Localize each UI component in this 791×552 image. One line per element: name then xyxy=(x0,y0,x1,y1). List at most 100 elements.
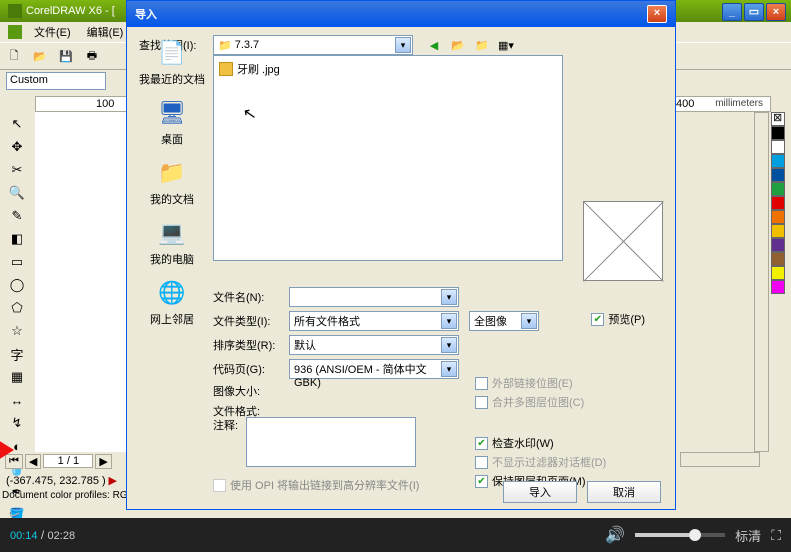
places-recent[interactable]: 📄 我最近的文档 xyxy=(137,37,207,87)
text-tool-icon[interactable]: 字 xyxy=(6,343,28,365)
polygon-tool-icon[interactable]: ⬠ xyxy=(6,297,28,319)
desktop-icon: 🖥 xyxy=(156,97,188,129)
table-tool-icon[interactable]: ▦ xyxy=(6,366,28,388)
ruler-tick: 100 xyxy=(96,98,114,110)
ruler-units-label: millimeters xyxy=(715,98,763,109)
color-swatch[interactable] xyxy=(771,224,785,238)
views-icon[interactable]: ▦▾ xyxy=(497,36,515,54)
color-swatch[interactable] xyxy=(771,280,785,294)
menu-file[interactable]: 文件(E) xyxy=(30,23,75,41)
sort-label: 排序类型(R): xyxy=(213,337,285,353)
filename-combo[interactable]: ▾ xyxy=(289,287,459,307)
keep-layers-checkbox[interactable]: ✔ xyxy=(475,475,488,488)
rectangle-tool-icon[interactable]: ▭ xyxy=(6,251,28,273)
dialog-titlebar[interactable]: 导入 × xyxy=(127,1,675,27)
watermark-checkbox[interactable]: ✔ xyxy=(475,437,488,450)
opi-label: 使用 OPI 将输出链接到高分辨率文件(I) xyxy=(230,477,419,493)
image-file-icon xyxy=(219,62,233,76)
overlay-arrow-icon xyxy=(0,440,14,460)
color-swatch[interactable] xyxy=(771,266,785,280)
pick-tool-icon[interactable]: ↖ xyxy=(6,113,28,135)
back-icon[interactable]: ◀ xyxy=(425,36,443,54)
maximize-button[interactable]: ▭ xyxy=(744,3,764,21)
crop-tool-icon[interactable]: ✂ xyxy=(6,159,28,181)
app-logo-icon xyxy=(8,4,22,18)
color-swatch[interactable] xyxy=(771,210,785,224)
dropdown-arrow-icon[interactable]: ▾ xyxy=(441,361,457,377)
file-item[interactable]: 牙刷 .jpg xyxy=(218,60,558,78)
places-mydocs[interactable]: 📁 我的文档 xyxy=(137,157,207,207)
import-dialog: 导入 × 查找范围(I): 📁 7.3.7 ▾ ◀ 📂 📁 ▦▾ 📄 我最近的文… xyxy=(126,0,676,510)
print-icon[interactable]: 🖶 xyxy=(82,46,102,66)
menu-logo-icon xyxy=(8,25,22,39)
new-folder-icon[interactable]: 📁 xyxy=(473,36,491,54)
minimize-button[interactable]: _ xyxy=(722,3,742,21)
color-swatch[interactable] xyxy=(771,182,785,196)
connector-tool-icon[interactable]: ↯ xyxy=(6,412,28,434)
smartfill-tool-icon[interactable]: ◧ xyxy=(6,228,28,250)
dimension-tool-icon[interactable]: ↔ xyxy=(6,389,28,411)
lookin-value: 7.3.7 xyxy=(235,39,259,51)
color-swatch[interactable] xyxy=(771,196,785,210)
page-next-button[interactable]: ▶ xyxy=(95,454,111,469)
basicshape-tool-icon[interactable]: ☆ xyxy=(6,320,28,342)
volume-slider[interactable] xyxy=(635,533,725,537)
lookin-combo[interactable]: 📁 7.3.7 ▾ xyxy=(213,35,413,55)
menu-edit[interactable]: 编辑(E) xyxy=(83,23,128,41)
cancel-button[interactable]: 取消 xyxy=(587,481,661,503)
open-icon[interactable]: 📂 xyxy=(30,46,50,66)
page-prev-button[interactable]: ◀ xyxy=(25,454,41,469)
dropdown-arrow-icon[interactable]: ▾ xyxy=(521,313,537,329)
codepage-combo[interactable]: 936 (ANSI/OEM - 简体中文 GBK) ▾ xyxy=(289,359,459,379)
zoom-tool-icon[interactable]: 🔍 xyxy=(6,182,28,204)
dialog-title-text: 导入 xyxy=(135,6,157,22)
video-time: 00:14 / 02:28 xyxy=(10,528,75,542)
file-item-name: 牙刷 .jpg xyxy=(237,61,280,77)
no-color-swatch[interactable]: ⊠ xyxy=(771,112,785,126)
video-control-bar: 00:14 / 02:28 🔊 标清 ⛶ xyxy=(0,518,791,552)
quality-button[interactable]: 标清 xyxy=(735,526,761,545)
file-list[interactable]: 牙刷 .jpg xyxy=(213,55,563,261)
color-swatch[interactable] xyxy=(771,154,785,168)
scrollbar-horizontal[interactable] xyxy=(680,452,760,467)
sort-combo[interactable]: 默认 ▾ xyxy=(289,335,459,355)
filter-dialog-checkbox[interactable] xyxy=(475,456,488,469)
color-swatch[interactable] xyxy=(771,238,785,252)
notes-label: 注释: xyxy=(213,417,238,467)
page-counter: 1 / 1 xyxy=(43,454,93,468)
codepage-label: 代码页(G): xyxy=(213,361,285,377)
places-desktop[interactable]: 🖥 桌面 xyxy=(137,97,207,147)
dropdown-arrow-icon[interactable]: ▾ xyxy=(441,313,457,329)
shape-tool-icon[interactable]: ✥ xyxy=(6,136,28,158)
dialog-close-button[interactable]: × xyxy=(647,5,667,23)
dropdown-arrow-icon[interactable]: ▾ xyxy=(441,289,457,305)
cursor-coordinates: (-367.475, 232.785 ) ▶ xyxy=(6,474,117,487)
freehand-tool-icon[interactable]: ✎ xyxy=(6,205,28,227)
opi-checkbox xyxy=(213,479,226,492)
color-swatch[interactable] xyxy=(771,168,785,182)
fullscreen-icon[interactable]: ⛶ xyxy=(771,527,781,544)
scrollbar-vertical[interactable] xyxy=(754,112,769,452)
save-icon[interactable]: 💾 xyxy=(56,46,76,66)
up-folder-icon[interactable]: 📂 xyxy=(449,36,467,54)
notes-textarea[interactable] xyxy=(246,417,416,467)
color-swatch[interactable] xyxy=(771,252,785,266)
color-swatch[interactable] xyxy=(771,126,785,140)
dropdown-arrow-icon[interactable]: ▾ xyxy=(395,37,411,53)
page-preset-combo[interactable]: Custom xyxy=(6,72,106,90)
mydocs-icon: 📁 xyxy=(156,157,188,189)
volume-icon[interactable]: 🔊 xyxy=(605,525,625,545)
import-button[interactable]: 导入 xyxy=(503,481,577,503)
ellipse-tool-icon[interactable]: ◯ xyxy=(6,274,28,296)
close-button[interactable]: × xyxy=(766,3,786,21)
app-title-text: CorelDRAW X6 - [ xyxy=(26,5,115,17)
places-network[interactable]: 🌐 网上邻居 xyxy=(137,277,207,327)
color-swatch[interactable] xyxy=(771,140,785,154)
color-profile-status: Document color profiles: RGB: s xyxy=(2,490,145,501)
fullimage-combo[interactable]: 全图像 ▾ xyxy=(469,311,539,331)
filename-label: 文件名(N): xyxy=(213,289,285,305)
dropdown-arrow-icon[interactable]: ▾ xyxy=(441,337,457,353)
places-mycomputer[interactable]: 💻 我的电脑 xyxy=(137,217,207,267)
new-doc-icon[interactable]: 🗋 xyxy=(4,46,24,66)
filetype-combo[interactable]: 所有文件格式 ▾ xyxy=(289,311,459,331)
